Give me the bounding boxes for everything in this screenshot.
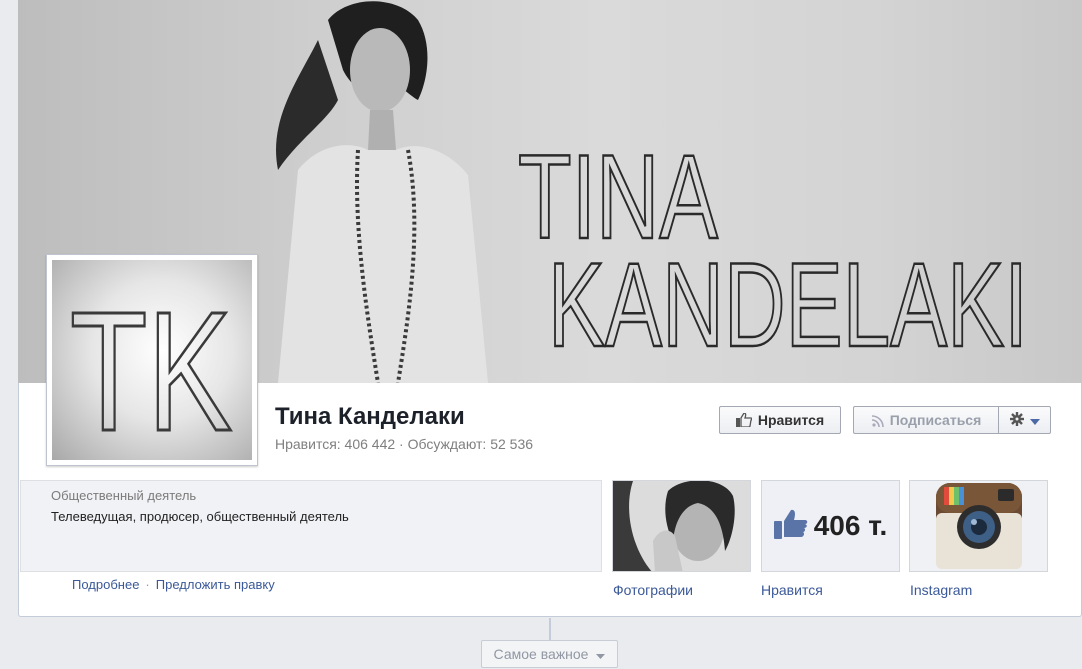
- likes-app-label[interactable]: Нравится: [761, 582, 823, 598]
- settings-menu-button[interactable]: [998, 406, 1051, 434]
- photos-app-label[interactable]: Фотографии: [613, 582, 693, 598]
- monogram-logo: TK: [69, 276, 234, 469]
- like-button[interactable]: Нравится: [719, 406, 841, 434]
- page-description: Телеведущая, продюсер, общественный деят…: [51, 509, 349, 524]
- cover-title: TINA KANDELAKI: [518, 129, 1029, 358]
- instagram-app-label[interactable]: Instagram: [910, 582, 972, 598]
- svg-text:TK: TK: [70, 277, 232, 460]
- like-button-label: Нравится: [757, 412, 825, 428]
- gear-icon: [1009, 411, 1024, 429]
- thumbs-up-icon: [735, 412, 753, 428]
- chevron-down-icon: [1029, 412, 1040, 428]
- link-separator: ·: [145, 577, 150, 592]
- svg-text:KANDELAKI: KANDELAKI: [548, 238, 1028, 358]
- page-title[interactable]: Тина Канделаки: [275, 403, 465, 431]
- more-info-link[interactable]: Подробнее: [72, 577, 139, 592]
- instagram-icon: [935, 483, 1022, 569]
- profile-picture[interactable]: TK: [46, 254, 258, 469]
- about-links: Подробнее · Предложить правку: [72, 577, 275, 592]
- photos-app-thumbnail[interactable]: [612, 480, 751, 572]
- timeline-filter-label: Самое важное: [493, 646, 589, 662]
- rss-icon: [871, 414, 884, 428]
- page-category: Общественный деятель: [51, 488, 197, 503]
- likes-app-thumbnail[interactable]: 406 т.: [761, 480, 900, 572]
- timeline-filter-dropdown[interactable]: Самое важное: [481, 640, 618, 668]
- timeline-spine: [549, 618, 551, 640]
- photo-thumbnail: [613, 481, 750, 571]
- suggest-edit-link[interactable]: Предложить правку: [156, 577, 275, 592]
- thumbs-up-icon: [773, 509, 808, 544]
- likes-count: 406 т.: [813, 510, 888, 541]
- subscribe-button[interactable]: Подписаться: [853, 406, 999, 434]
- page-stats: Нравится: 406 442 · Обсуждают: 52 536: [275, 436, 534, 452]
- subscribe-button-label: Подписаться: [889, 412, 982, 428]
- cover-portrait: [276, 1, 488, 383]
- chevron-down-icon: [596, 646, 606, 662]
- instagram-app-thumbnail[interactable]: [909, 480, 1048, 572]
